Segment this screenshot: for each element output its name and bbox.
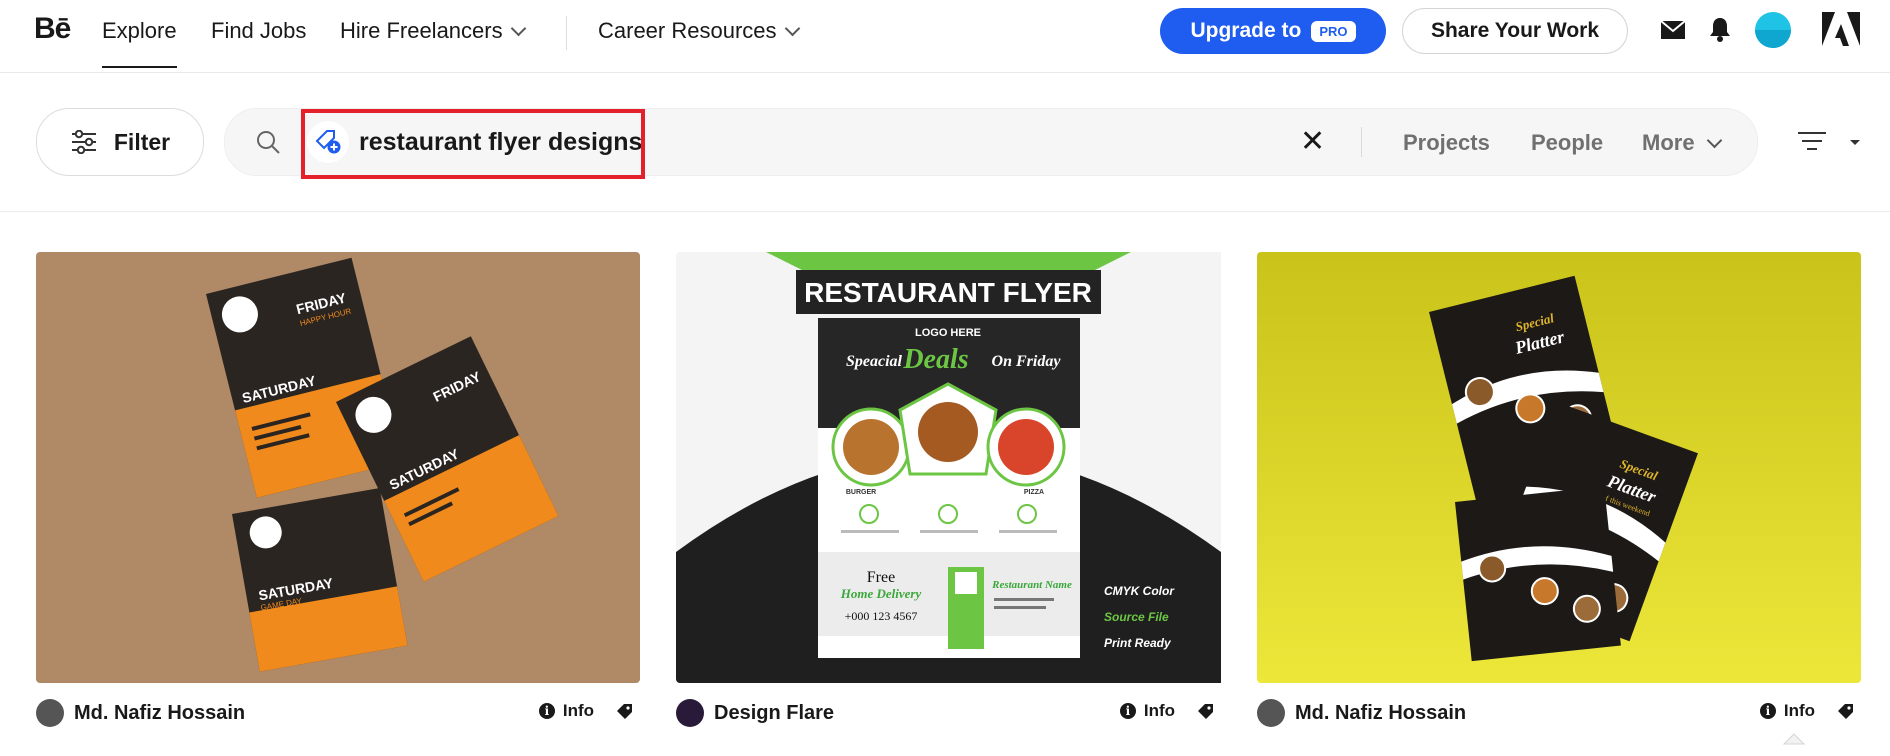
upgrade-label: Upgrade to: [1190, 19, 1302, 42]
tag-icon[interactable]: [1197, 703, 1215, 721]
sliders-icon: [71, 130, 96, 154]
project-thumbnail[interactable]: FRIDAY HAPPY HOUR SATURDAY FRIDAY SATURD…: [36, 252, 640, 683]
restaurant-flyer-image: RESTAURANT FLYER LOGO HERE Speacial Deal…: [676, 252, 1221, 683]
pro-badge: PRO: [1311, 20, 1356, 42]
share-label: Share Your Work: [1430, 19, 1600, 42]
flyer-title: RESTAURANT FLYER: [804, 277, 1092, 308]
scroll-to-top-icon[interactable]: [1780, 730, 1808, 750]
nav-explore-label: Explore: [102, 18, 177, 43]
section-divider: [0, 211, 1890, 212]
owner-avatar[interactable]: [1257, 699, 1285, 727]
search-query[interactable]: restaurant flyer designs: [359, 128, 642, 157]
flyer-headline-2: Deals: [902, 344, 968, 375]
clear-search-icon[interactable]: ✕: [1300, 127, 1325, 157]
nav-career-resources-label: Career Resources: [598, 18, 777, 43]
project-thumbnail[interactable]: Special Platter Special Platter of this …: [1257, 252, 1861, 683]
flyer-logo-text: LOGO HERE: [915, 327, 981, 339]
owner-name[interactable]: Design Flare: [714, 702, 834, 725]
tag-plus-icon: [315, 130, 341, 154]
flyer-mockup-image: FRIDAY HAPPY HOUR SATURDAY FRIDAY SATURD…: [36, 252, 640, 683]
project-card[interactable]: FRIDAY HAPPY HOUR SATURDAY FRIDAY SATURD…: [36, 252, 640, 727]
flyer-delivery: Home Delivery: [840, 586, 922, 601]
platter-flyer-image: Special Platter Special Platter of this …: [1257, 252, 1861, 683]
nav-divider: [566, 16, 567, 50]
tab-projects[interactable]: Projects: [1403, 130, 1490, 156]
search-divider: [1361, 127, 1362, 157]
info-label: Info: [1783, 701, 1815, 720]
tag-icon[interactable]: [616, 703, 634, 721]
info-icon: i: [538, 703, 555, 719]
nav-career-resources[interactable]: Career Resources: [598, 18, 800, 44]
filter-label: Filter: [113, 128, 171, 155]
flyer-free: Free: [867, 569, 895, 586]
info-button[interactable]: i Info: [538, 701, 594, 721]
info-button[interactable]: i Info: [1119, 701, 1175, 721]
flyer-item-1: BURGER: [846, 489, 876, 496]
info-label: Info: [562, 701, 594, 720]
top-navigation: Bē Explore Find Jobs Hire Freelancers Ca…: [0, 0, 1890, 73]
sort-icon[interactable]: [1796, 128, 1828, 154]
flyer-headline-1: Speacial: [846, 353, 903, 370]
flyer-restaurant-name: Restaurant Name: [991, 579, 1072, 591]
bell-icon[interactable]: [1709, 17, 1731, 42]
flyer-cmyk: CMYK Color: [1104, 584, 1175, 598]
project-thumbnail[interactable]: RESTAURANT FLYER LOGO HERE Speacial Deal…: [676, 252, 1280, 683]
tab-people[interactable]: People: [1531, 130, 1603, 156]
nav-explore[interactable]: Explore: [102, 18, 177, 68]
info-icon: i: [1759, 703, 1776, 719]
search-icon: [257, 131, 280, 154]
nav-find-jobs[interactable]: Find Jobs: [211, 18, 306, 44]
info-icon: i: [1119, 703, 1136, 719]
sort-caret-icon[interactable]: [1850, 140, 1860, 145]
flyer-item-2: PIZZA: [1024, 489, 1044, 496]
tab-more-label: More: [1642, 130, 1695, 155]
info-label: Info: [1143, 701, 1175, 720]
project-meta: Design Flare i Info: [676, 697, 1221, 729]
tag-icon[interactable]: [1837, 703, 1855, 721]
project-meta: Md. Nafiz Hossain i Info: [36, 697, 640, 729]
chevron-down-icon: [1706, 132, 1722, 148]
nav-hire-freelancers[interactable]: Hire Freelancers: [340, 18, 526, 44]
mail-icon[interactable]: [1660, 20, 1686, 40]
filter-button[interactable]: Filter: [36, 108, 204, 176]
flyer-source: Source File: [1104, 610, 1169, 624]
chevron-down-icon: [510, 20, 526, 36]
nav-find-jobs-label: Find Jobs: [211, 18, 307, 43]
upgrade-button[interactable]: Upgrade to PRO: [1160, 8, 1386, 54]
project-card[interactable]: RESTAURANT FLYER LOGO HERE Speacial Deal…: [676, 252, 1280, 727]
avatar[interactable]: [1755, 12, 1791, 48]
owner-name[interactable]: Md. Nafiz Hossain: [1295, 702, 1466, 725]
nav-hire-freelancers-label: Hire Freelancers: [340, 18, 503, 43]
chevron-down-icon: [784, 20, 800, 36]
behance-logo[interactable]: Bē: [34, 12, 71, 46]
share-your-work-button[interactable]: Share Your Work: [1402, 8, 1628, 54]
flyer-print: Print Ready: [1104, 636, 1172, 650]
owner-avatar[interactable]: [36, 699, 64, 727]
project-meta: Md. Nafiz Hossain i Info: [1257, 697, 1861, 729]
owner-name[interactable]: Md. Nafiz Hossain: [74, 702, 245, 725]
info-button[interactable]: i Info: [1759, 701, 1815, 721]
tab-more[interactable]: More: [1642, 130, 1722, 156]
adobe-logo[interactable]: [1822, 12, 1860, 46]
project-card[interactable]: Special Platter Special Platter of this …: [1257, 252, 1861, 727]
owner-avatar[interactable]: [676, 699, 704, 727]
search-bar[interactable]: restaurant flyer designs ✕ Projects Peop…: [224, 108, 1758, 176]
tag-search-chip: [307, 121, 349, 163]
flyer-headline-3: On Friday: [992, 353, 1062, 370]
flyer-phone: +000 123 4567: [845, 609, 918, 623]
